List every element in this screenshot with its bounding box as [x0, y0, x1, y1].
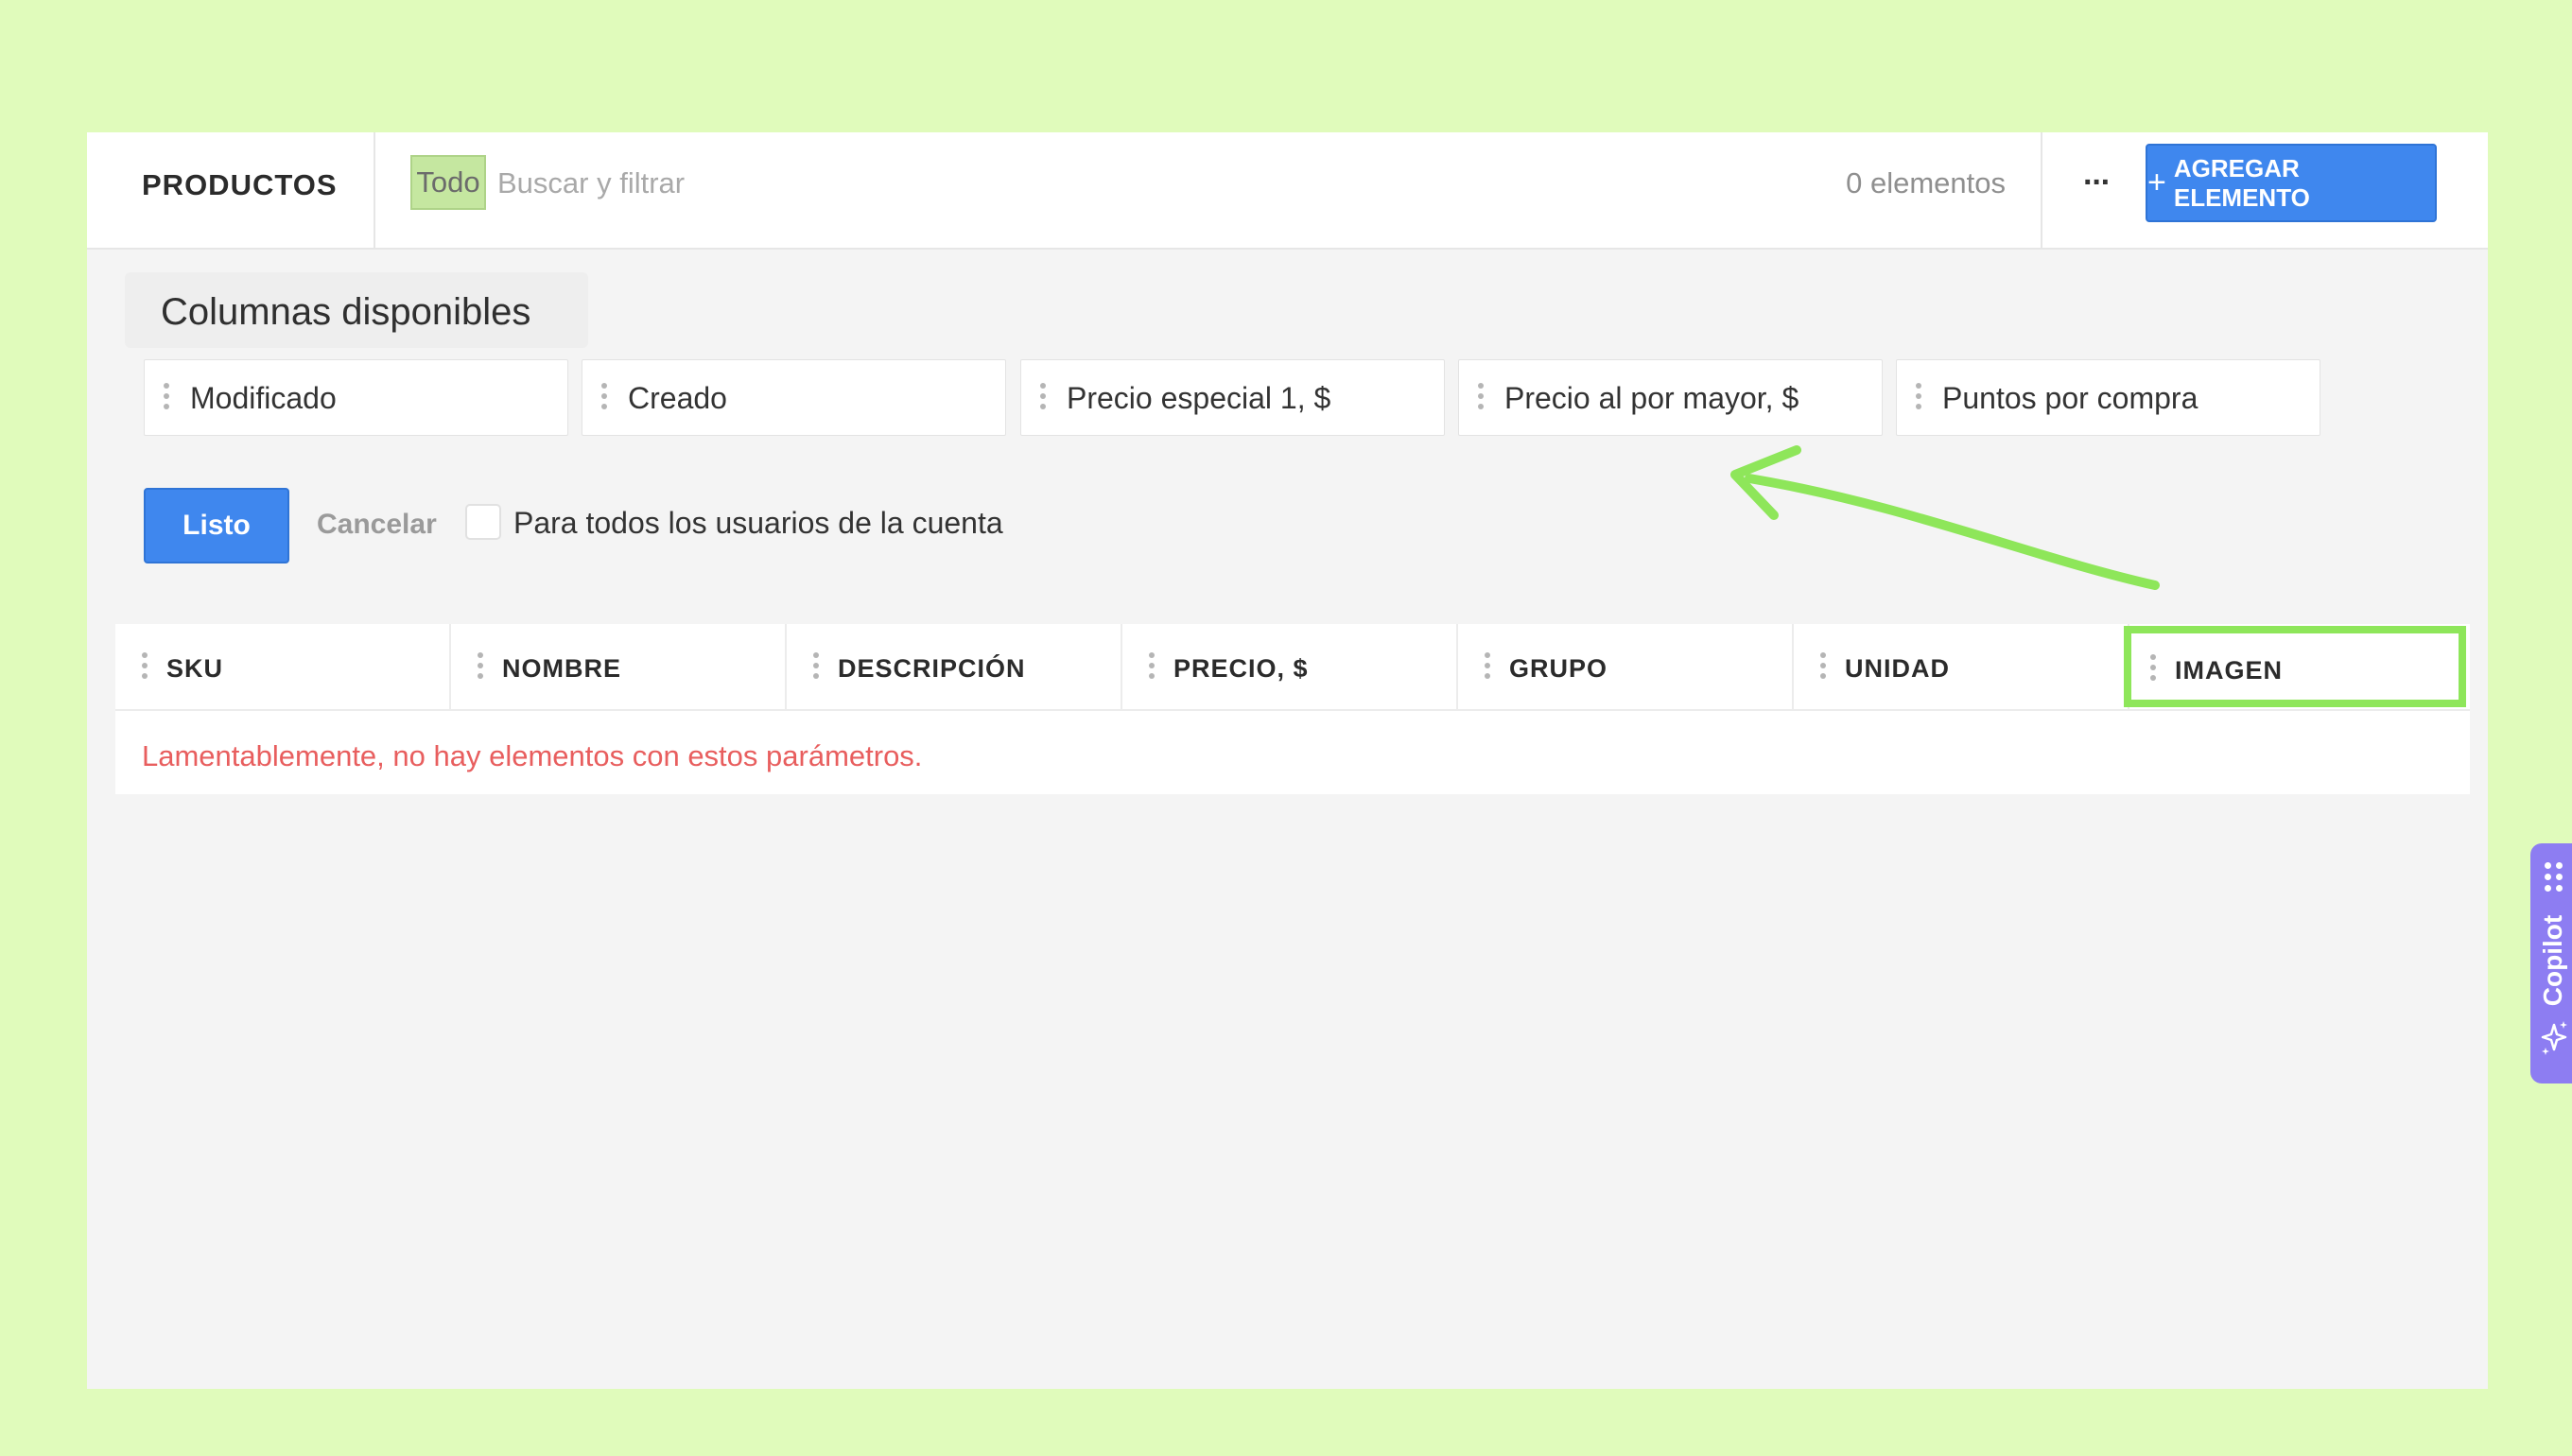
page-title: PRODUCTOS: [142, 168, 338, 201]
drag-handle-icon[interactable]: [164, 383, 169, 409]
available-column-label: Modificado: [190, 381, 337, 415]
column-header-grupo[interactable]: GRUPO: [1458, 624, 1794, 709]
available-column-label: Precio al por mayor, $: [1504, 381, 1799, 415]
drag-handle-icon[interactable]: [601, 383, 607, 409]
column-header-label: NOMBRE: [502, 654, 621, 683]
table-header: SKU NOMBRE DESCRIPCIÓN PRECIO, $ GRUPO U…: [115, 624, 2470, 711]
divider: [2041, 132, 2042, 248]
drag-handle-icon[interactable]: [1485, 652, 1490, 679]
plus-icon: +: [2147, 165, 2166, 200]
app-window: PRODUCTOS Todo 0 elementos ··· + AGREGAR…: [87, 132, 2572, 1389]
column-header-label: PRECIO, $: [1173, 654, 1309, 683]
available-column-label: Precio especial 1, $: [1067, 381, 1331, 415]
search-input[interactable]: [495, 155, 1445, 212]
column-header-label: IMAGEN: [2175, 656, 2283, 685]
drag-handle-icon[interactable]: [2545, 862, 2563, 892]
all-users-checkbox[interactable]: [465, 504, 501, 540]
column-header-label: UNIDAD: [1845, 654, 1950, 683]
drag-handle-icon[interactable]: [478, 652, 483, 679]
more-options-button[interactable]: ···: [2073, 159, 2120, 206]
available-columns-title: Columnas disponibles: [161, 291, 531, 333]
add-item-button[interactable]: + AGREGAR ELEMENTO: [2146, 144, 2437, 222]
copilot-tab[interactable]: Copilot: [2530, 843, 2572, 1083]
available-column-modificado[interactable]: Modificado: [144, 359, 568, 436]
drag-handle-icon[interactable]: [1916, 383, 1921, 409]
divider: [374, 132, 375, 248]
copilot-label: Copilot: [2538, 914, 2567, 1007]
column-header-sku[interactable]: SKU: [115, 624, 451, 709]
column-header-label: DESCRIPCIÓN: [838, 654, 1026, 683]
drag-handle-icon[interactable]: [1040, 383, 1046, 409]
column-header-label: SKU: [166, 654, 224, 683]
column-header-unidad[interactable]: UNIDAD: [1794, 624, 2129, 709]
top-bar: PRODUCTOS Todo 0 elementos ··· + AGREGAR…: [87, 132, 2488, 250]
item-count: 0 elementos: [1846, 166, 2006, 199]
drag-handle-icon[interactable]: [1820, 652, 1826, 679]
available-columns-heading: Columnas disponibles: [125, 272, 588, 348]
more-dots-icon: ···: [2083, 164, 2111, 200]
column-header-nombre[interactable]: NOMBRE: [451, 624, 787, 709]
drag-handle-icon[interactable]: [1149, 652, 1155, 679]
drag-handle-icon[interactable]: [1478, 383, 1484, 409]
column-header-descripcion[interactable]: DESCRIPCIÓN: [787, 624, 1122, 709]
column-header-precio[interactable]: PRECIO, $: [1122, 624, 1458, 709]
available-column-label: Creado: [628, 381, 727, 415]
empty-state-message: Lamentablemente, no hay elementos con es…: [142, 739, 923, 772]
column-header-imagen[interactable]: IMAGEN: [2124, 626, 2466, 707]
available-column-creado[interactable]: Creado: [582, 359, 1006, 436]
filter-chip-all[interactable]: Todo: [410, 155, 486, 210]
sparkle-icon: [2541, 1021, 2567, 1055]
all-users-label: Para todos los usuarios de la cuenta: [513, 506, 1003, 540]
add-item-label: AGREGAR ELEMENTO: [2173, 153, 2310, 212]
available-column-precio-mayor[interactable]: Precio al por mayor, $: [1458, 359, 1883, 436]
done-button[interactable]: Listo: [144, 488, 289, 563]
available-column-puntos[interactable]: Puntos por compra: [1896, 359, 2320, 436]
available-column-precio-especial[interactable]: Precio especial 1, $: [1020, 359, 1445, 436]
available-column-label: Puntos por compra: [1942, 381, 2198, 415]
drag-handle-icon[interactable]: [813, 652, 819, 679]
drag-handle-icon[interactable]: [2150, 654, 2156, 681]
drag-handle-icon[interactable]: [142, 652, 148, 679]
items-table: SKU NOMBRE DESCRIPCIÓN PRECIO, $ GRUPO U…: [115, 624, 2470, 794]
column-header-label: GRUPO: [1509, 654, 1608, 683]
cancel-button[interactable]: Cancelar: [317, 509, 437, 541]
